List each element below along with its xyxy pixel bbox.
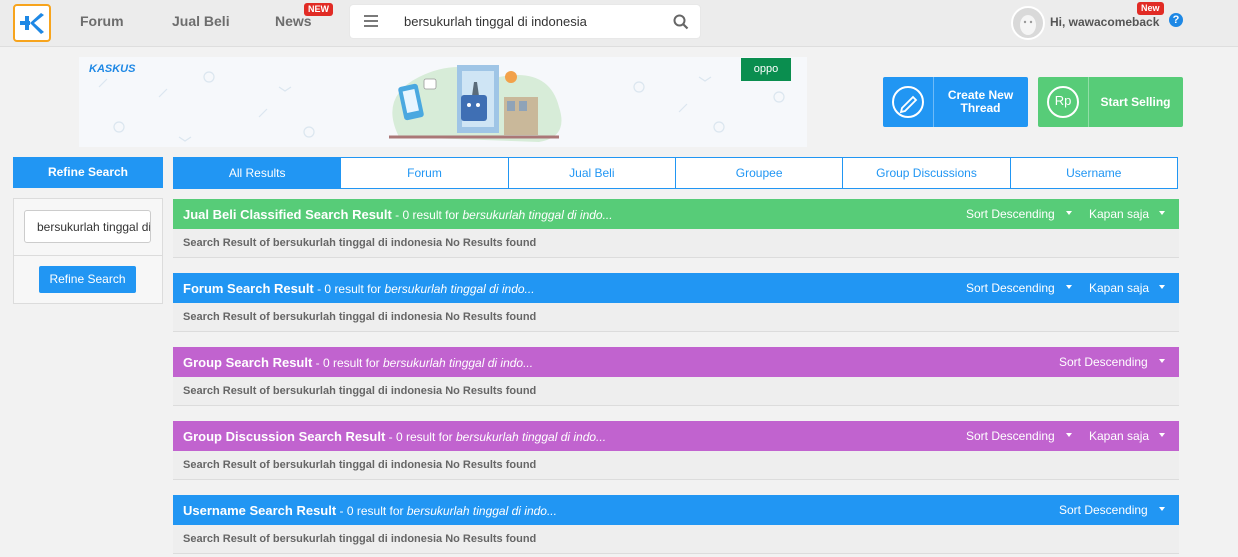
refine-search-panel: Refine Search xyxy=(13,198,163,304)
chevron-down-icon xyxy=(1159,433,1165,437)
rupiah-icon: Rp xyxy=(1038,77,1089,127)
section-title: Group Discussion Search Result xyxy=(183,429,386,444)
time-dropdown[interactable]: Kapan saja xyxy=(1089,207,1149,221)
news-new-badge: NEW xyxy=(304,3,333,16)
section-title: Username Search Result xyxy=(183,503,337,518)
time-dropdown[interactable]: Kapan saja xyxy=(1089,429,1149,443)
banner-kaskus-logo: KASKUS xyxy=(89,63,136,75)
section-body: Search Result of bersukurlah tinggal di … xyxy=(173,451,1179,480)
kaskus-logo[interactable] xyxy=(13,4,51,42)
refine-search-input[interactable] xyxy=(24,210,151,243)
result-count: - 0 result for xyxy=(312,356,383,370)
chevron-down-icon xyxy=(1066,285,1072,289)
section-header: Group Search Result - 0 result for bersu… xyxy=(173,347,1179,377)
create-thread-button[interactable]: Create New Thread xyxy=(883,77,1028,127)
top-navbar: Forum Jual Beli News NEW Hi, wawacomebac… xyxy=(0,0,1238,47)
search-input[interactable] xyxy=(404,14,664,29)
query-text: bersukurlah tinggal di indo... xyxy=(383,356,534,370)
chevron-down-icon xyxy=(1159,507,1165,511)
forum-result-section: Forum Search Result - 0 result for bersu… xyxy=(173,273,1179,332)
result-tabs: All Results Forum Jual Beli Groupee Grou… xyxy=(173,157,1178,189)
start-selling-label: Start Selling xyxy=(1100,94,1171,109)
section-body: Search Result of bersukurlah tinggal di … xyxy=(173,229,1179,258)
section-body: Search Result of bersukurlah tinggal di … xyxy=(173,377,1179,406)
username-result-section: Username Search Result - 0 result for be… xyxy=(173,495,1179,554)
nav-forum[interactable]: Forum xyxy=(80,13,124,29)
pencil-icon xyxy=(883,77,934,127)
user-greeting[interactable]: Hi, wawacomeback xyxy=(1050,15,1159,29)
banner-illustration xyxy=(98,63,785,142)
tab-group-discussions[interactable]: Group Discussions xyxy=(843,157,1011,189)
sort-dropdown[interactable]: Sort Descending xyxy=(966,429,1055,443)
tab-jual-beli[interactable]: Jual Beli xyxy=(508,157,676,189)
rupiah-symbol: Rp xyxy=(1054,93,1072,108)
jual-beli-result-section: Jual Beli Classified Search Result - 0 r… xyxy=(173,199,1179,258)
group-discussion-result-section: Group Discussion Search Result - 0 resul… xyxy=(173,421,1179,480)
query-text: bersukurlah tinggal di indo... xyxy=(406,504,557,518)
result-count: - 0 result for xyxy=(336,504,407,518)
chevron-down-icon xyxy=(1159,211,1165,215)
tab-username[interactable]: Username xyxy=(1010,157,1178,189)
section-body: Search Result of bersukurlah tinggal di … xyxy=(173,525,1179,554)
chevron-down-icon xyxy=(1159,359,1165,363)
chevron-down-icon xyxy=(1159,285,1165,289)
section-header: Username Search Result - 0 result for be… xyxy=(173,495,1179,525)
avatar[interactable] xyxy=(1011,6,1045,40)
user-new-badge: New xyxy=(1137,2,1164,15)
result-count: - 0 result for xyxy=(391,208,463,222)
refine-search-header: Refine Search xyxy=(13,157,163,188)
section-body: Search Result of bersukurlah tinggal di … xyxy=(173,303,1179,332)
ad-banner[interactable]: KASKUS oppo xyxy=(79,57,807,147)
menu-icon[interactable] xyxy=(364,15,378,30)
section-title: Jual Beli Classified Search Result xyxy=(183,207,392,222)
search-icon[interactable] xyxy=(672,13,690,31)
section-title: Group Search Result xyxy=(183,355,313,370)
nav-jual-beli[interactable]: Jual Beli xyxy=(172,13,230,29)
chevron-down-icon xyxy=(1066,433,1072,437)
query-text: bersukurlah tinggal di indo... xyxy=(462,208,613,222)
help-icon[interactable]: ? xyxy=(1169,13,1183,27)
section-header: Jual Beli Classified Search Result - 0 r… xyxy=(173,199,1179,229)
start-selling-button[interactable]: Rp Start Selling xyxy=(1038,77,1183,127)
sort-dropdown[interactable]: Sort Descending xyxy=(966,207,1055,221)
query-text: bersukurlah tinggal di indo... xyxy=(384,282,535,296)
tab-all-results[interactable]: All Results xyxy=(173,157,342,189)
create-thread-label: Create New Thread xyxy=(947,88,1014,115)
result-count: - 0 result for xyxy=(385,430,456,444)
chevron-down-icon xyxy=(1066,211,1072,215)
tab-groupee[interactable]: Groupee xyxy=(675,157,844,189)
avatar-ghost-icon xyxy=(1020,15,1036,35)
sort-dropdown[interactable]: Sort Descending xyxy=(1059,503,1148,517)
banner-oppo-logo: oppo xyxy=(741,58,791,81)
refine-search-button[interactable]: Refine Search xyxy=(39,266,136,293)
section-title: Forum Search Result xyxy=(183,281,314,296)
group-result-section: Group Search Result - 0 result for bersu… xyxy=(173,347,1179,406)
tab-forum[interactable]: Forum xyxy=(341,157,509,189)
section-header: Group Discussion Search Result - 0 resul… xyxy=(173,421,1179,451)
sort-dropdown[interactable]: Sort Descending xyxy=(966,281,1055,295)
sort-dropdown[interactable]: Sort Descending xyxy=(1059,355,1148,369)
kaskus-k-icon xyxy=(20,13,44,34)
time-dropdown[interactable]: Kapan saja xyxy=(1089,281,1149,295)
section-header: Forum Search Result - 0 result for bersu… xyxy=(173,273,1179,303)
refine-divider xyxy=(14,255,162,256)
query-text: bersukurlah tinggal di indo... xyxy=(455,430,607,444)
result-count: - 0 result for xyxy=(313,282,385,296)
